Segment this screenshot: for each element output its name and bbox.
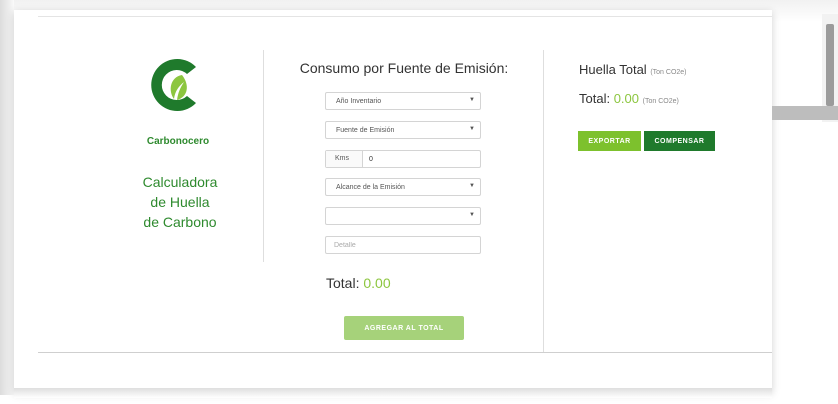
sub-category-select[interactable]: ▼ [325,207,481,225]
calculator-title-line-3: de Carbono [143,214,217,230]
calculator-title-line-1: Calculadora [142,174,218,190]
calculator-title-line-2: de Huella [150,194,210,210]
kms-input[interactable] [363,151,479,167]
chevron-down-icon: ▼ [469,183,475,189]
bottom-divider [38,352,772,353]
footprint-title-text: Huella Total [579,62,647,77]
carbonocero-leaf-logo-icon [151,59,196,112]
year-select[interactable]: Año Inventario ▼ [325,92,481,110]
form-total-value: 0.00 [363,275,391,291]
add-to-total-button[interactable]: AGREGAR AL TOTAL [344,316,464,340]
footprint-title-unit: (Ton CO2e) [650,69,687,76]
emission-scope-select[interactable]: Alcance de la Emisión ▼ [325,178,481,196]
chevron-down-icon: ▼ [469,97,475,103]
background-bar [772,106,838,120]
top-divider [38,16,772,17]
compensate-button[interactable]: COMPENSAR [644,131,715,151]
column-divider-left [263,50,264,262]
emission-source-select[interactable]: Fuente de Emisión ▼ [325,121,481,139]
export-button[interactable]: EXPORTAR [578,131,641,151]
column-divider-right [543,50,544,352]
emission-source-select-value: Fuente de Emisión [336,127,395,134]
detail-input[interactable] [325,236,481,254]
kms-addon: Kms [326,151,363,167]
footprint-total: Total: 0.00 (Ton CO2e) [579,91,679,106]
brand-name: Carbonocero [146,136,210,147]
footprint-total-value: 0.00 [613,91,640,106]
calculator-title: Calculadora de Huella de Carbono [120,172,240,232]
form-total-label: Total: [326,275,360,291]
chevron-down-icon: ▼ [469,212,475,218]
footprint-title: Huella Total (Ton CO2e) [579,62,687,77]
chevron-down-icon: ▼ [469,126,475,132]
kms-input-group: Kms [325,150,481,168]
footprint-total-unit: (Ton CO2e) [642,98,679,105]
card-bottom-shadow [14,388,772,398]
footprint-total-label: Total: [579,91,611,106]
scrollbar-thumb[interactable] [826,24,834,106]
form-total: Total: 0.00 [326,275,391,291]
form-title: Consumo por Fuente de Emisión: [299,60,509,76]
emission-scope-select-value: Alcance de la Emisión [336,184,405,191]
year-select-value: Año Inventario [336,98,382,105]
kms-label: Kms [335,155,349,162]
